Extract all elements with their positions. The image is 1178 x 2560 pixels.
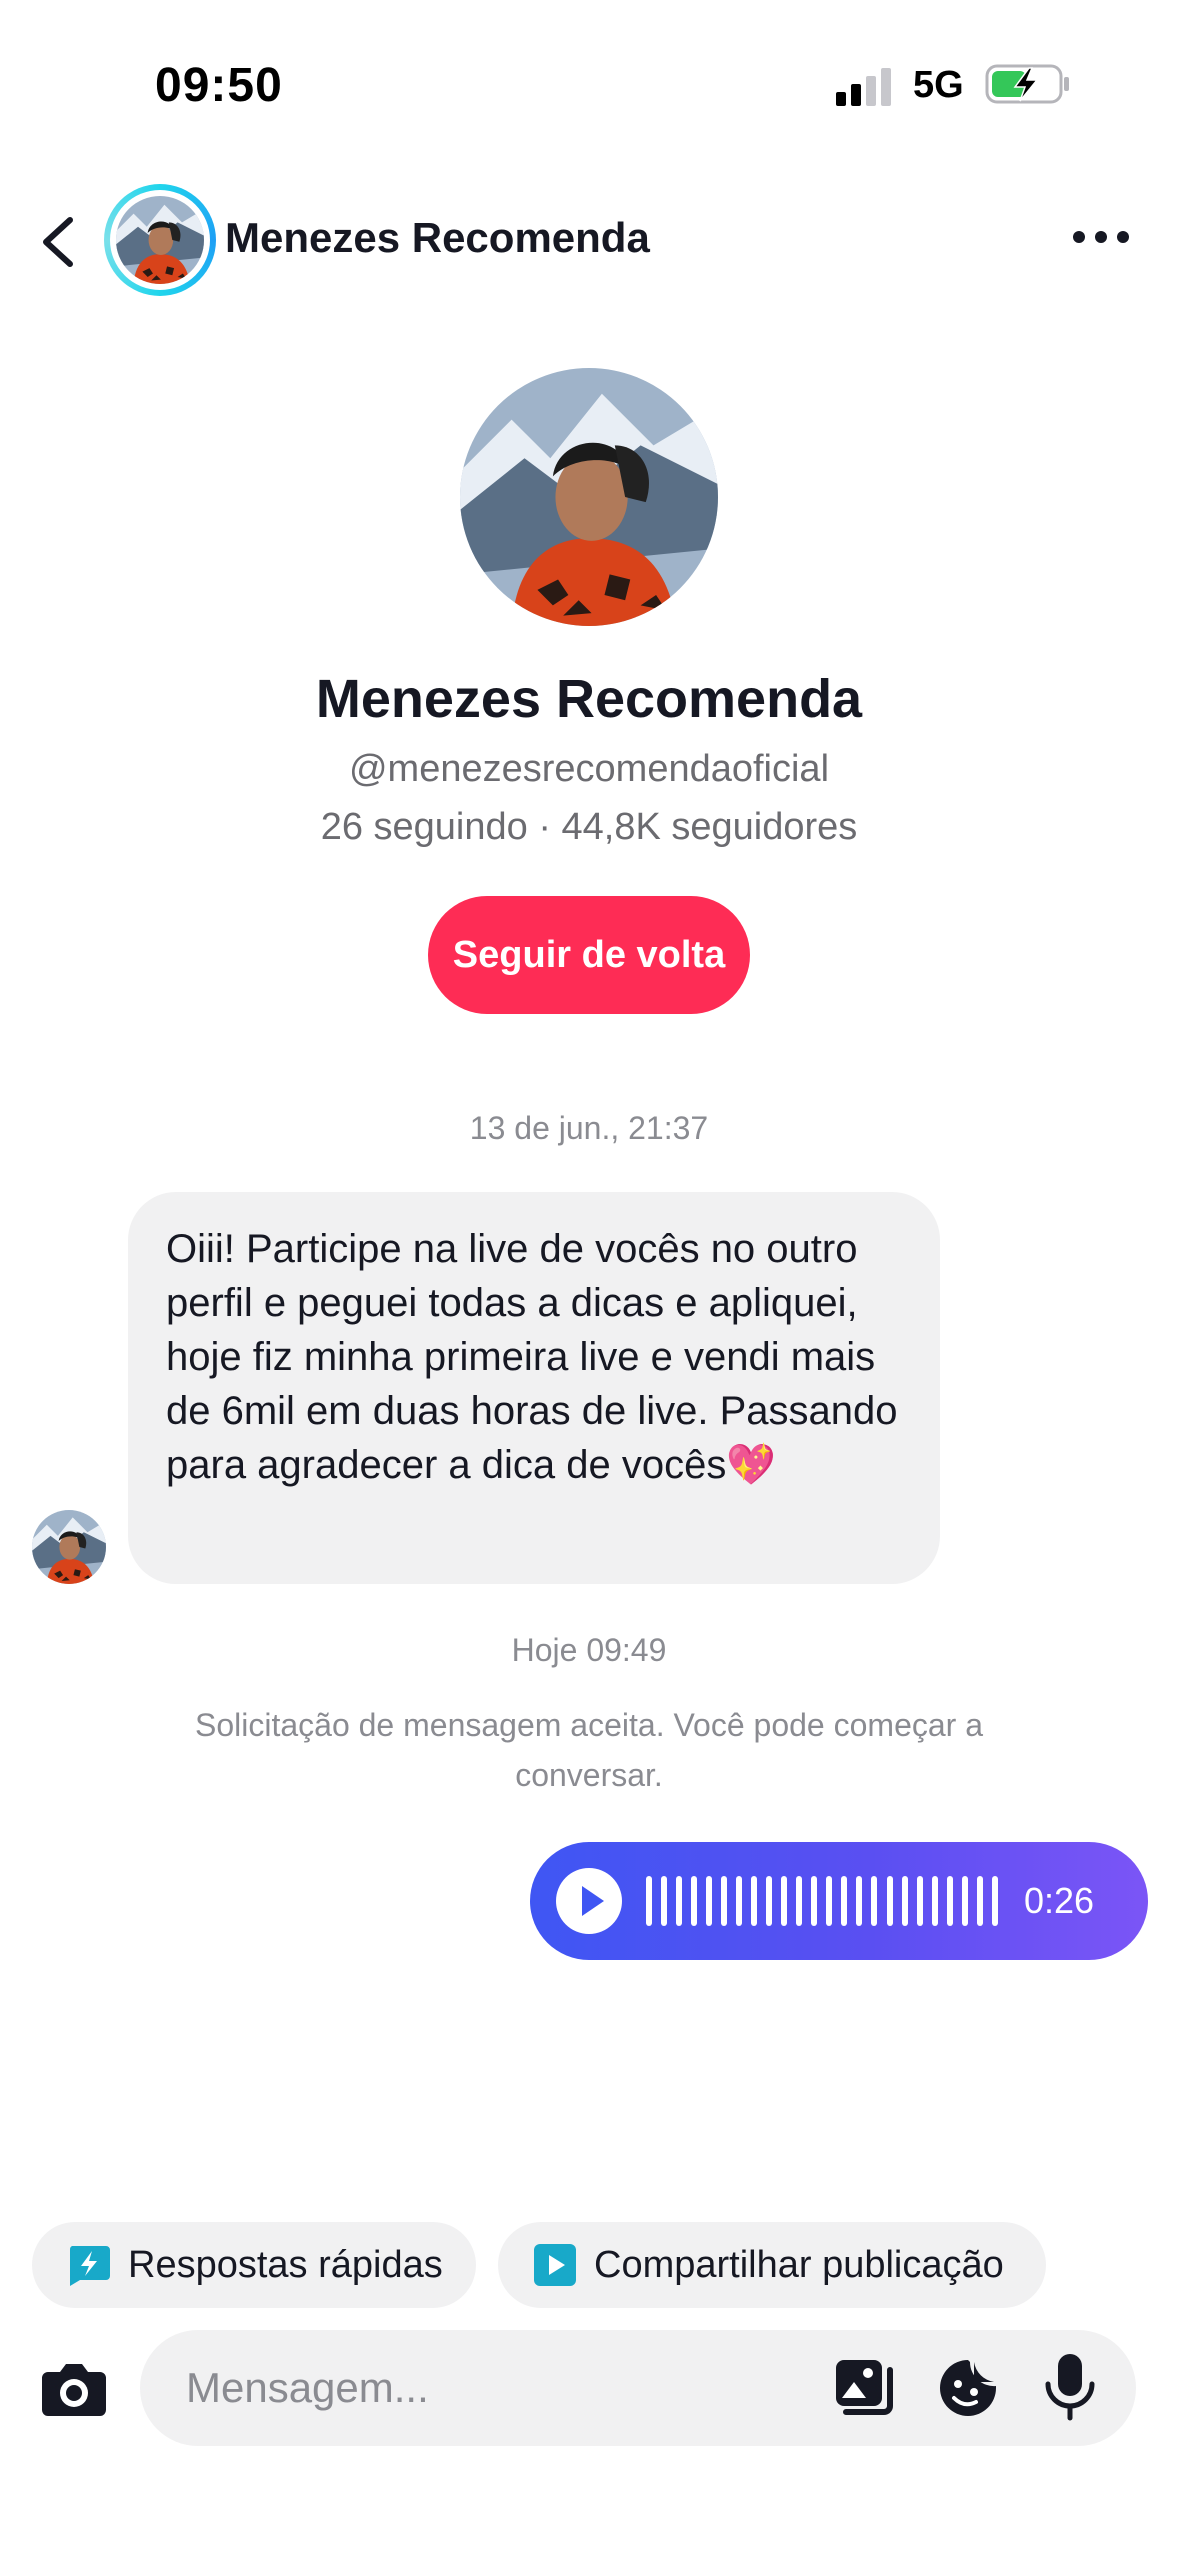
cellular-signal-icon — [836, 68, 891, 106]
microphone-icon[interactable] — [1042, 2352, 1098, 2422]
gallery-icon[interactable] — [832, 2356, 896, 2420]
status-time: 09:50 — [155, 59, 283, 112]
avatar-image — [116, 196, 204, 284]
message-input[interactable] — [186, 2354, 786, 2422]
header-avatar[interactable] — [104, 184, 216, 296]
profile-name: Menezes Recomenda — [315, 669, 863, 729]
audio-duration: 0:26 — [1024, 1880, 1095, 1921]
message-composer — [140, 2330, 1136, 2446]
profile-avatar[interactable] — [460, 368, 718, 626]
share-post-chip[interactable]: Compartilhar publicação — [498, 2222, 1046, 2308]
audio-waveform — [646, 1876, 998, 1926]
chevron-left-icon[interactable] — [34, 212, 84, 272]
message-timestamp: 13 de jun., 21:37 — [469, 1110, 709, 1146]
quick-replies-chip[interactable]: Respostas rápidas — [32, 2222, 476, 2308]
status-bar: 09:50 5G — [0, 0, 1178, 150]
system-message: Solicitação de mensagem aceita. Você pod… — [194, 1707, 983, 1793]
network-type: 5G — [913, 64, 964, 106]
video-play-icon — [534, 2244, 576, 2286]
incoming-message-bubble[interactable]: Oiii! Participe na live de vocês no outr… — [128, 1192, 940, 1584]
profile-stats: 26 seguindo · 44,8K seguidores — [320, 806, 858, 848]
message-timestamp: Hoje 09:49 — [511, 1632, 667, 1668]
battery-charging-icon — [985, 64, 1069, 104]
chat-header: Menezes Recomenda — [0, 170, 1178, 310]
sender-avatar[interactable] — [32, 1510, 106, 1584]
sticker-icon[interactable] — [936, 2356, 1000, 2420]
more-horizontal-icon[interactable] — [1070, 222, 1132, 252]
audio-message-bubble[interactable]: 0:26 — [530, 1842, 1148, 1960]
share-post-label: Compartilhar publicação — [594, 2243, 1004, 2286]
quick-reply-icon — [69, 2246, 110, 2286]
play-audio-button[interactable] — [556, 1868, 622, 1934]
header-contact-name[interactable]: Menezes Recomenda — [225, 214, 650, 262]
profile-handle: @menezesrecomendaoficial — [348, 748, 830, 790]
follow-back-button[interactable]: Seguir de volta — [428, 896, 750, 1014]
camera-icon[interactable] — [40, 2358, 108, 2418]
quick-replies-label: Respostas rápidas — [128, 2243, 443, 2286]
play-icon — [582, 1886, 604, 1916]
